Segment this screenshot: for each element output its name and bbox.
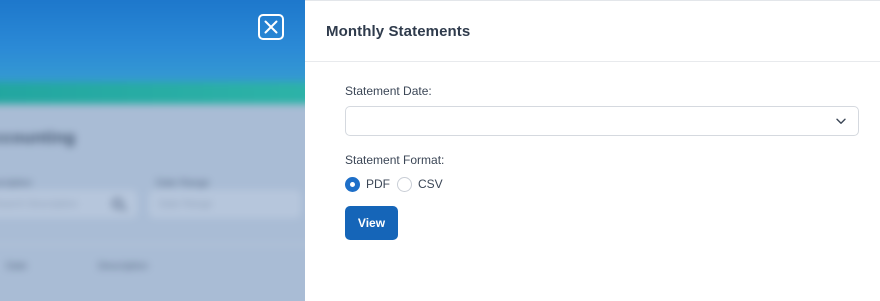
drawer-title: Monthly Statements [326,23,471,40]
close-button[interactable] [258,14,284,40]
background-accent-stripe [0,82,305,104]
drawer-header: Monthly Statements [305,1,880,62]
background-date-range-field: Date Range [150,191,300,217]
drawer-body: Statement Date: Statement Format: PDF CS… [305,62,880,240]
statement-format-label: Statement Format: [345,153,445,167]
background-blur-layer: Accounting Description Date Range Search… [0,0,305,301]
close-icon [264,20,278,34]
monthly-statements-drawer: Monthly Statements Statement Date: State… [305,0,880,301]
csv-radio[interactable] [397,176,412,192]
pdf-radio[interactable] [345,176,360,192]
background-app: Accounting Description Date Range Search… [0,0,305,301]
statement-date-select[interactable] [345,106,859,136]
csv-radio-label[interactable]: CSV [418,177,443,191]
background-divider [0,244,305,245]
statement-date-label: Statement Date: [345,84,432,98]
background-description-label: Description [0,178,33,189]
background-date-range-label: Date Range [156,178,210,189]
background-column-description: Description [98,261,149,272]
background-search-icon [112,198,123,209]
statement-format-radio-group: PDF CSV [345,175,880,193]
view-button[interactable]: View [345,206,398,240]
background-page-title: Accounting [0,128,76,147]
pdf-radio-label[interactable]: PDF [366,177,390,191]
chevron-down-icon [836,118,846,124]
background-column-date: Date [6,261,28,272]
